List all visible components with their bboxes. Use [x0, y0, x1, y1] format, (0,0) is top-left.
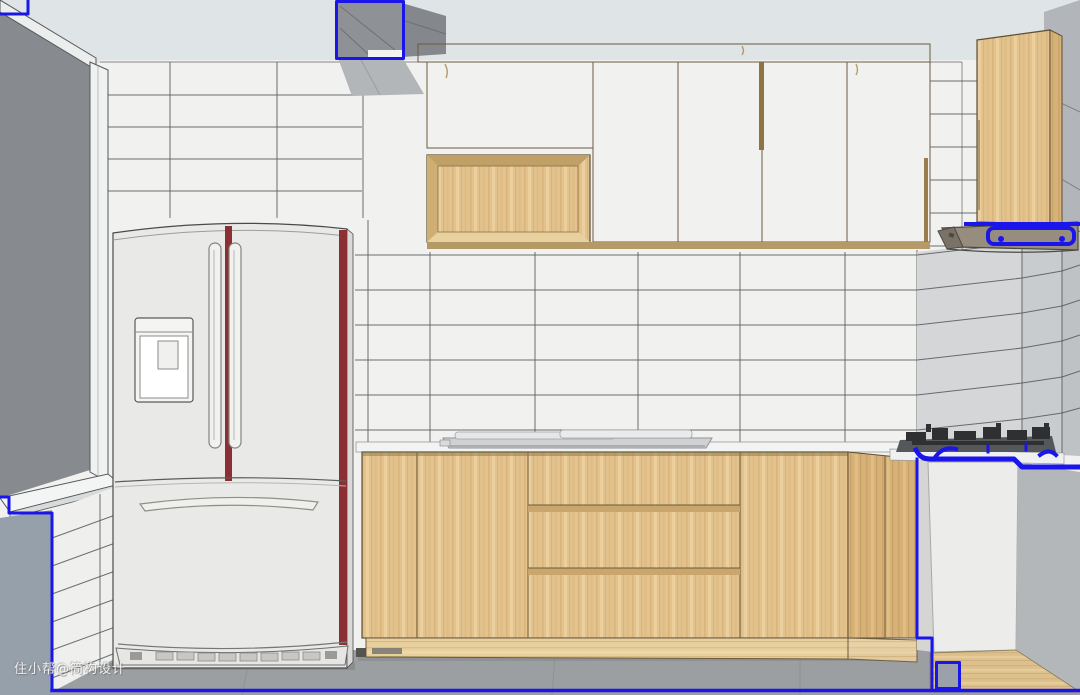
door-groove-handle-2 [924, 158, 928, 244]
base-cabinets[interactable] [356, 442, 917, 662]
window[interactable] [0, 0, 120, 518]
under-counter-bay[interactable] [917, 460, 1080, 692]
fridge-handle-left[interactable] [209, 243, 221, 448]
kitchen-elevation-canvas [0, 0, 1080, 695]
window-frame-right [90, 62, 108, 482]
water-dispenser[interactable] [135, 318, 193, 402]
tall-corner-cabinet[interactable] [962, 30, 1062, 250]
upper-flip-door[interactable] [427, 155, 590, 242]
refrigerator[interactable] [113, 223, 353, 668]
door-groove-handle [759, 62, 764, 150]
right-corner-wall [917, 226, 1080, 456]
window-glass [0, 6, 90, 498]
fridge-handle-right[interactable] [229, 243, 241, 448]
sink-cover[interactable] [440, 430, 712, 448]
ceiling [0, 0, 1080, 63]
design-viewport: 住小帮@简构设计 [0, 0, 1080, 695]
bay-step-block [938, 664, 958, 688]
left-wall-region[interactable] [0, 486, 118, 695]
